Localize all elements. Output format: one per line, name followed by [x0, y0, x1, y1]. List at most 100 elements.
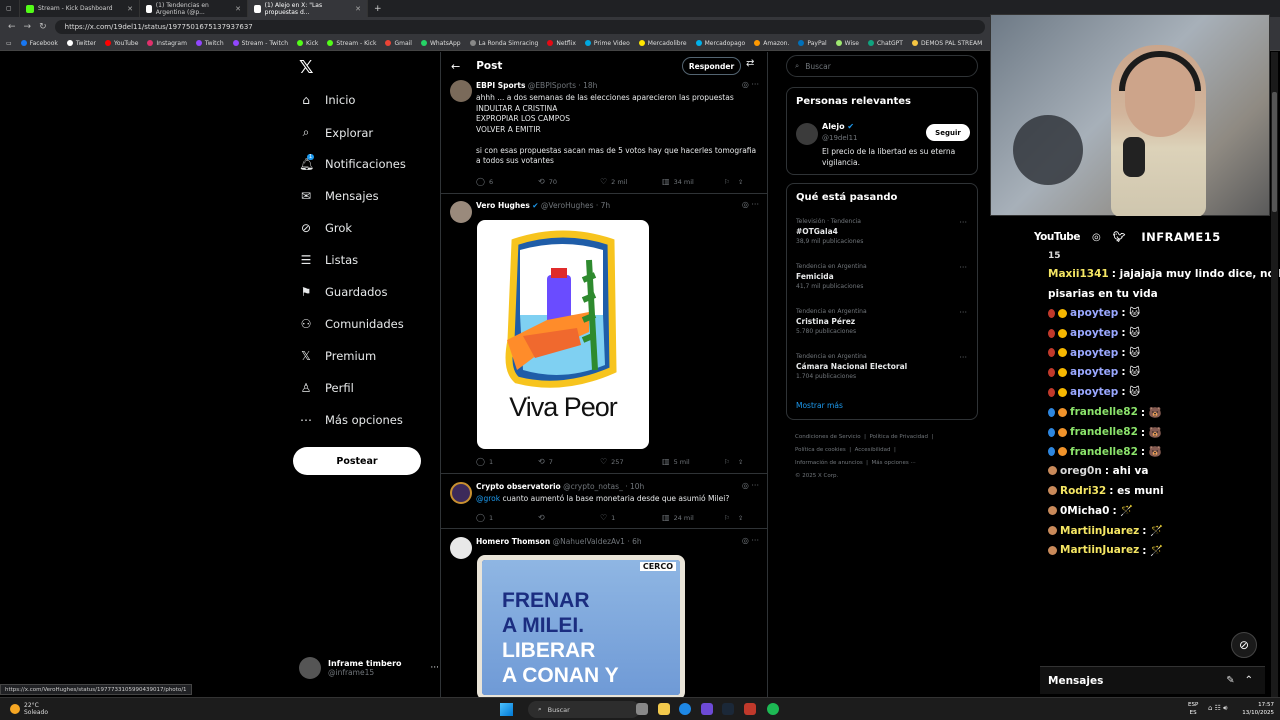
file-explorer-icon[interactable]: [658, 703, 670, 715]
footer-link[interactable]: Política de cookies: [795, 447, 846, 453]
repost-action[interactable]: ⟲ 7: [538, 457, 600, 466]
views-action[interactable]: ▥ 34 mil: [662, 177, 724, 186]
person-name[interactable]: Alejo ✔: [822, 122, 854, 131]
chat-message[interactable]: apoytep : 🐱: [1048, 347, 1140, 359]
footer-link[interactable]: Información de anuncios: [795, 460, 863, 466]
more-icon[interactable]: ···: [959, 353, 967, 362]
bookmark-item[interactable]: YouTube: [104, 40, 138, 47]
trend-item[interactable]: Televisión · Tendencia #OTGala4 38,9 mil p…: [796, 218, 971, 245]
bookmark-item[interactable]: Netflix: [547, 40, 576, 47]
chat-message[interactable]: apoytep : 🐱: [1048, 386, 1140, 398]
author-name[interactable]: Homero Thomson: [476, 537, 550, 546]
tweet-image[interactable]: Viva Peor: [477, 220, 649, 449]
nav-perfil[interactable]: ♙ Perfil: [299, 381, 354, 395]
account-switcher[interactable]: Inframe timbero @inframe15 ···: [299, 657, 439, 679]
show-more-link[interactable]: Mostrar más: [796, 401, 843, 410]
share-icon[interactable]: ⇪: [738, 178, 743, 186]
footer-link[interactable]: Más opciones ···: [872, 460, 916, 466]
views-action[interactable]: ▥ 24 mil: [662, 513, 724, 522]
search-input[interactable]: ⌕ Buscar: [786, 55, 978, 77]
bookmark-item[interactable]: DEMOS PAL STREAM: [911, 40, 982, 47]
mention-link[interactable]: @grok: [476, 494, 500, 503]
bookmark-item[interactable]: Kick: [297, 40, 318, 47]
close-icon[interactable]: ✕: [355, 5, 361, 13]
apps-icon[interactable]: ▭: [6, 40, 12, 47]
weather-widget[interactable]: 22°C Soleado: [10, 702, 48, 716]
edge-icon[interactable]: [679, 703, 691, 715]
reply-action[interactable]: ◯ 6: [476, 177, 538, 186]
tweet-image[interactable]: CERCO FRENAR A MILEI. LIBERAR A CONAN Y …: [477, 555, 685, 697]
language-indicator[interactable]: ESP ES: [1188, 701, 1198, 717]
chat-message[interactable]: frandelle82 : 🐻: [1048, 445, 1162, 458]
windows-start-icon[interactable]: [500, 703, 513, 716]
views-action[interactable]: ▥ 5 mil: [662, 457, 724, 466]
repost-action[interactable]: ⟲: [538, 513, 600, 522]
scrollbar[interactable]: [1271, 52, 1278, 697]
compose-icon[interactable]: ✎: [1226, 675, 1234, 686]
repost-action[interactable]: ⟲ 70: [538, 177, 600, 186]
share-icon[interactable]: ⇪: [738, 514, 743, 522]
back-icon[interactable]: ←: [8, 22, 16, 32]
more-icon[interactable]: ◎ ···: [742, 200, 759, 209]
scrollbar-thumb[interactable]: [1272, 92, 1277, 212]
bookmark-item[interactable]: Mercadolibre: [638, 40, 687, 47]
chat-username[interactable]: MartiinJuarez: [1060, 525, 1139, 537]
reply-button[interactable]: Responder: [682, 57, 741, 75]
chat-message[interactable]: apoytep : 🐱: [1048, 327, 1140, 339]
chat-username[interactable]: frandelle82: [1070, 406, 1138, 418]
chat-username[interactable]: apoytep: [1070, 327, 1118, 339]
tweet[interactable]: Vero Hughes ✔ @VeroHughes · 7h ◎ ··· Viv…: [441, 194, 767, 474]
nav-notificaciones[interactable]: 🔔︎ 1 Notificaciones: [299, 154, 406, 171]
avatar[interactable]: [450, 80, 472, 102]
new-tab-button[interactable]: +: [368, 0, 388, 17]
bookmark-item[interactable]: Twitter: [66, 40, 96, 47]
tab-kick-dashboard[interactable]: Stream - Kick Dashboard ✕: [20, 0, 140, 17]
bookmark-icon[interactable]: ⚐: [724, 458, 730, 466]
chat-toggle-icon[interactable]: ⊘: [1231, 632, 1257, 658]
like-action[interactable]: ♡ 1: [600, 513, 662, 522]
chat-username[interactable]: apoytep: [1070, 307, 1118, 319]
spotify-icon[interactable]: [767, 703, 779, 715]
avatar[interactable]: [450, 537, 472, 559]
chat-message[interactable]: MartiinJuarez : 🪄: [1048, 524, 1163, 537]
discord-icon[interactable]: [701, 703, 713, 715]
taskbar-search[interactable]: ⌕ Buscar: [528, 701, 640, 718]
reload-icon[interactable]: ↻: [39, 22, 47, 32]
bookmark-item[interactable]: Instagram: [147, 40, 187, 47]
more-icon[interactable]: ◎ ···: [742, 481, 759, 490]
footer-link[interactable]: Condiciones de Servicio: [795, 434, 861, 440]
chat-username[interactable]: MartiinJuarez: [1060, 544, 1139, 556]
chat-message[interactable]: frandelle82 : 🐻: [1048, 406, 1162, 419]
chat-message[interactable]: 0Micha0 : 🪄: [1048, 504, 1133, 517]
chat-username[interactable]: Maxii1341: [1048, 268, 1109, 280]
chat-message[interactable]: apoytep : 🐱: [1048, 307, 1140, 319]
nav-explorar[interactable]: ⌕ Explorar: [299, 125, 373, 140]
task-view-icon[interactable]: [636, 703, 648, 715]
more-icon[interactable]: ···: [430, 663, 439, 673]
like-action[interactable]: ♡ 257: [600, 457, 662, 466]
bookmark-item[interactable]: WhatsApp: [420, 40, 461, 47]
footer-link[interactable]: Accesibilidad: [855, 447, 891, 453]
chat-username[interactable]: oreg0n: [1060, 465, 1102, 477]
bookmark-icon[interactable]: ⚐: [724, 178, 730, 186]
more-icon[interactable]: ···: [959, 263, 967, 272]
like-action[interactable]: ♡ 2 mil: [600, 177, 662, 186]
more-icon[interactable]: ◎ ···: [742, 80, 759, 89]
app-icon[interactable]: [744, 703, 756, 715]
follow-button[interactable]: Seguir: [926, 124, 970, 141]
bookmark-item[interactable]: Stream - Twitch: [232, 40, 288, 47]
chat-message[interactable]: apoytep : 🐱: [1048, 366, 1140, 378]
chat-username[interactable]: frandelle82: [1070, 446, 1138, 458]
tab-alejo-post[interactable]: (1) Alejo en X: "Las propuestas d... ✕: [248, 0, 368, 17]
nav-premium[interactable]: 𝕏 Premium: [299, 349, 376, 363]
reply-action[interactable]: ◯ 1: [476, 513, 538, 522]
reply-action[interactable]: ◯ 1: [476, 457, 538, 466]
chat-username[interactable]: apoytep: [1070, 347, 1118, 359]
more-icon[interactable]: ◎ ···: [742, 536, 759, 545]
avatar[interactable]: [450, 201, 472, 223]
trend-item[interactable]: Tendencia en Argentina Cámara Nacional El…: [796, 353, 971, 380]
bookmark-item[interactable]: La Ronda Simracing: [469, 40, 538, 47]
bookmark-item[interactable]: Prime Video: [584, 40, 630, 47]
close-icon[interactable]: ✕: [235, 5, 241, 13]
bookmark-item[interactable]: Wise: [835, 40, 859, 47]
